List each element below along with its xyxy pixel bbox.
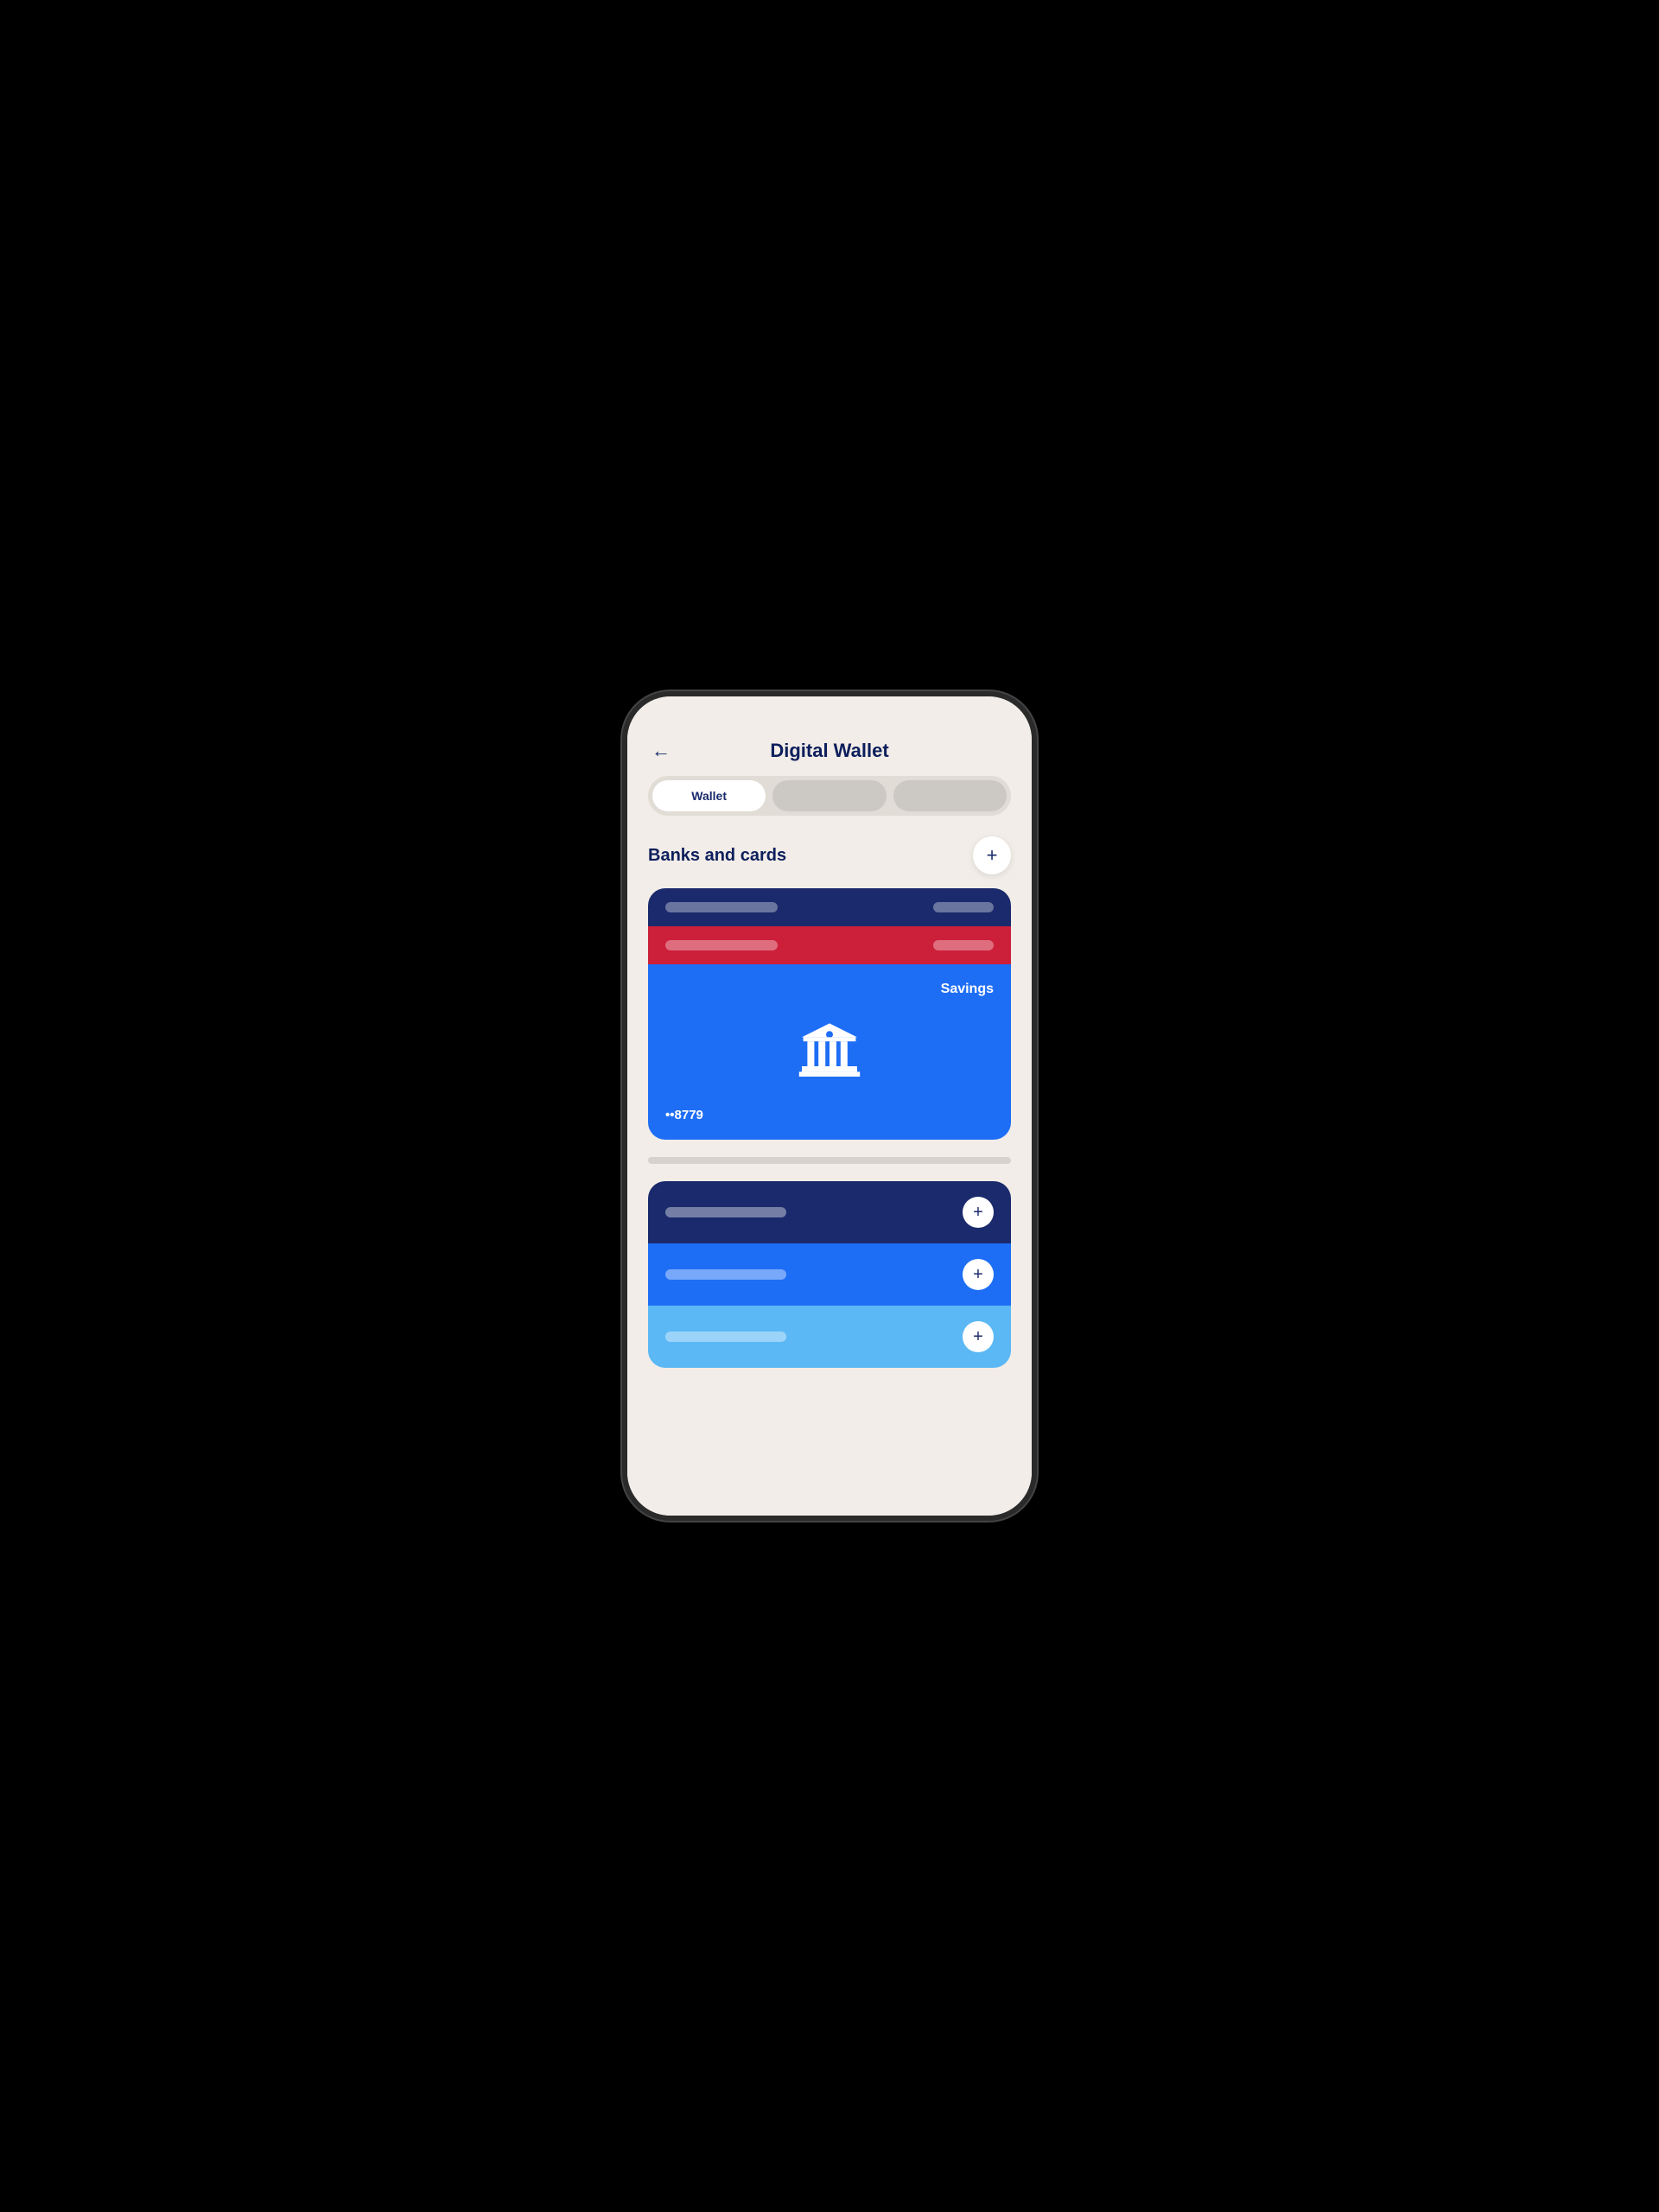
tab-2[interactable] [772, 780, 886, 811]
banks-section: Banks and cards + Savings [627, 836, 1032, 1140]
card-bar-4 [933, 940, 994, 950]
card-label: Savings [665, 982, 994, 997]
header: ← Digital Wallet [627, 731, 1032, 776]
add-cards-section: + + + [627, 1181, 1032, 1368]
bank-icon [665, 1004, 994, 1101]
add-card-row-1[interactable]: + [648, 1181, 1011, 1243]
add-card-placeholder-2 [665, 1269, 786, 1280]
add-card-button-3[interactable]: + [963, 1321, 994, 1352]
card-row-dark[interactable] [648, 888, 1011, 926]
phone-content: ← Digital Wallet Wallet Banks and cards … [627, 696, 1032, 1516]
card-bar-1 [665, 902, 778, 912]
section-header: Banks and cards + [648, 836, 1011, 874]
card-row-red[interactable] [648, 926, 1011, 964]
add-card-row-3[interactable]: + [648, 1306, 1011, 1368]
back-button[interactable]: ← [652, 740, 671, 762]
phone-frame: ← Digital Wallet Wallet Banks and cards … [622, 691, 1037, 1521]
add-card-button-2[interactable]: + [963, 1259, 994, 1290]
add-card-stack: + + + [648, 1181, 1011, 1368]
tab-wallet[interactable]: Wallet [652, 780, 766, 811]
card-number: ••8779 [665, 1108, 994, 1122]
add-card-placeholder-1 [665, 1207, 786, 1217]
card-stack: Savings [648, 888, 1011, 1140]
page-title: Digital Wallet [770, 740, 888, 762]
card-bar-2 [933, 902, 994, 912]
add-card-row-2[interactable]: + [648, 1243, 1011, 1306]
tab-3[interactable] [893, 780, 1007, 811]
main-card[interactable]: Savings [648, 964, 1011, 1140]
add-card-button-1[interactable]: + [963, 1197, 994, 1228]
add-bank-button[interactable]: + [973, 836, 1011, 874]
add-card-placeholder-3 [665, 1332, 786, 1342]
section-title: Banks and cards [648, 846, 786, 866]
tab-bar: Wallet [648, 776, 1011, 816]
separator [648, 1157, 1011, 1164]
card-bar-3 [665, 940, 778, 950]
